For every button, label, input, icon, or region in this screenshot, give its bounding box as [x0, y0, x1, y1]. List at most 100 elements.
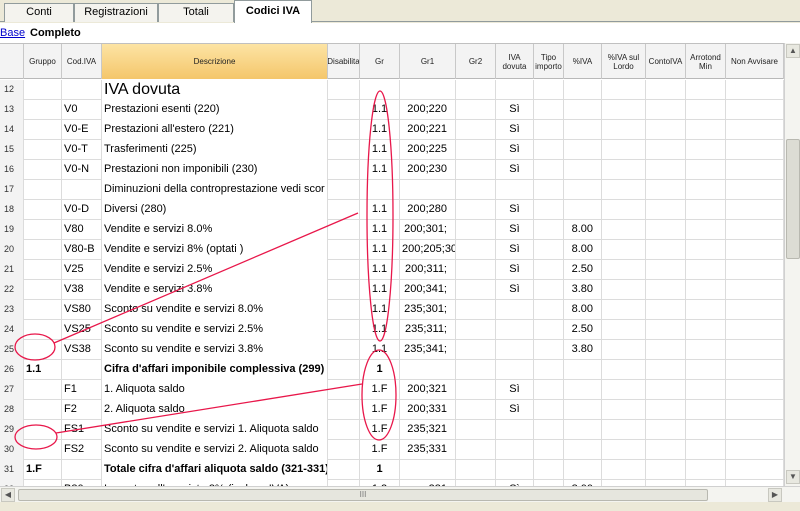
cell-gr[interactable]: 1.F — [360, 380, 400, 400]
cell-conto-iva[interactable] — [646, 320, 686, 340]
cell-non-avvisare[interactable] — [726, 160, 784, 180]
cell-iva-dovuta[interactable]: Sì — [496, 240, 534, 260]
cell-gruppo[interactable] — [24, 340, 62, 360]
cell-gruppo[interactable] — [24, 440, 62, 460]
vertical-scroll-thumb[interactable] — [786, 139, 800, 259]
cell-cod-iva[interactable]: VS80 — [62, 300, 102, 320]
cell-arrotond-min[interactable] — [686, 100, 726, 120]
cell-gr2[interactable] — [456, 260, 496, 280]
cell-gruppo[interactable] — [24, 160, 62, 180]
cell-descrizione[interactable]: 2. Aliquota saldo — [102, 400, 328, 420]
cell-disabilita[interactable] — [328, 200, 360, 220]
cell-gr2[interactable] — [456, 280, 496, 300]
cell-iva-sul-lordo[interactable] — [602, 280, 646, 300]
cell-iva-sul-lordo[interactable] — [602, 80, 646, 100]
cell-iva-dovuta[interactable] — [496, 360, 534, 380]
table-row[interactable]: 15 V0-T Trasferimenti (225) 1.1 200;225 Sì — [0, 140, 784, 160]
cell-gr2[interactable] — [456, 380, 496, 400]
cell-descrizione[interactable]: Trasferimenti (225) — [102, 140, 328, 160]
scroll-up-arrow-icon[interactable]: ▲ — [786, 44, 800, 58]
cell-disabilita[interactable] — [328, 220, 360, 240]
cell-tipo-importo[interactable] — [534, 160, 564, 180]
cell-conto-iva[interactable] — [646, 360, 686, 380]
cell-cod-iva[interactable] — [62, 460, 102, 480]
cell-tipo-importo[interactable] — [534, 400, 564, 420]
cell-descrizione[interactable]: Vendite e servizi 8% (optati ) — [102, 240, 328, 260]
cell-tipo-importo[interactable] — [534, 120, 564, 140]
cell-gr[interactable]: 1.1 — [360, 240, 400, 260]
cell-conto-iva[interactable] — [646, 80, 686, 100]
cell-gr1[interactable] — [400, 460, 456, 480]
cell-conto-iva[interactable] — [646, 240, 686, 260]
cell-conto-iva[interactable] — [646, 300, 686, 320]
cell-iva-sul-lordo[interactable] — [602, 240, 646, 260]
cell-disabilita[interactable] — [328, 300, 360, 320]
cell-non-avvisare[interactable] — [726, 280, 784, 300]
cell-arrotond-min[interactable] — [686, 260, 726, 280]
cell-gr2[interactable] — [456, 300, 496, 320]
cell-gr[interactable]: 1.1 — [360, 220, 400, 240]
cell-cod-iva[interactable]: V0-N — [62, 160, 102, 180]
cell-tipo-importo[interactable] — [534, 360, 564, 380]
cell-iva-dovuta[interactable]: Sì — [496, 160, 534, 180]
cell-gr1[interactable]: 200;321 — [400, 380, 456, 400]
cell-iva-dovuta[interactable] — [496, 340, 534, 360]
column-header-descrizione[interactable]: Descrizione — [102, 44, 328, 79]
cell-iva-dovuta[interactable]: Sì — [496, 400, 534, 420]
cell-conto-iva[interactable] — [646, 380, 686, 400]
cell-non-avvisare[interactable] — [726, 380, 784, 400]
cell-gr1[interactable]: 235;341; — [400, 340, 456, 360]
cell-iva-sul-lordo[interactable] — [602, 340, 646, 360]
cell-non-avvisare[interactable] — [726, 80, 784, 100]
cell-gr1[interactable]: 200;341; — [400, 280, 456, 300]
cell-gr2[interactable] — [456, 340, 496, 360]
cell-descrizione[interactable]: Vendite e servizi 8.0% — [102, 220, 328, 240]
cell-iva-dovuta[interactable] — [496, 180, 534, 200]
scroll-down-arrow-icon[interactable]: ▼ — [786, 470, 800, 484]
cell-disabilita[interactable] — [328, 400, 360, 420]
cell-arrotond-min[interactable] — [686, 160, 726, 180]
cell-disabilita[interactable] — [328, 320, 360, 340]
cell-percent-iva[interactable] — [564, 120, 602, 140]
cell-non-avvisare[interactable] — [726, 400, 784, 420]
cell-gruppo[interactable] — [24, 180, 62, 200]
cell-gr[interactable]: 1.F — [360, 420, 400, 440]
cell-tipo-importo[interactable] — [534, 100, 564, 120]
cell-arrotond-min[interactable] — [686, 120, 726, 140]
cell-descrizione[interactable]: Sconto su vendite e servizi 2. Aliquota … — [102, 440, 328, 460]
cell-disabilita[interactable] — [328, 80, 360, 100]
cell-arrotond-min[interactable] — [686, 320, 726, 340]
cell-arrotond-min[interactable] — [686, 380, 726, 400]
cell-arrotond-min[interactable] — [686, 240, 726, 260]
cell-disabilita[interactable] — [328, 360, 360, 380]
cell-disabilita[interactable] — [328, 180, 360, 200]
cell-descrizione[interactable]: Prestazioni non imponibili (230) — [102, 160, 328, 180]
column-header-arrotond-min[interactable]: Arrotond Min — [686, 44, 726, 79]
cell-descrizione[interactable]: Vendite e servizi 3.8% — [102, 280, 328, 300]
table-row[interactable]: 20 V80-B Vendite e servizi 8% (optati ) 1.1… — [0, 240, 784, 260]
cell-non-avvisare[interactable] — [726, 460, 784, 480]
column-header-conto-iva[interactable]: ContoIVA — [646, 44, 686, 79]
cell-gr[interactable]: 1 — [360, 460, 400, 480]
cell-cod-iva[interactable]: V80 — [62, 220, 102, 240]
cell-disabilita[interactable] — [328, 460, 360, 480]
cell-arrotond-min[interactable] — [686, 280, 726, 300]
cell-cod-iva[interactable]: V0-D — [62, 200, 102, 220]
cell-percent-iva[interactable] — [564, 400, 602, 420]
cell-gr2[interactable] — [456, 180, 496, 200]
cell-descrizione[interactable]: Diminuzioni della controprestazione vedi… — [102, 180, 328, 200]
cell-cod-iva[interactable] — [62, 80, 102, 100]
cell-gruppo[interactable]: 1.1 — [24, 360, 62, 380]
cell-iva-sul-lordo[interactable] — [602, 220, 646, 240]
cell-gr2[interactable] — [456, 360, 496, 380]
cell-conto-iva[interactable] — [646, 180, 686, 200]
cell-cod-iva[interactable]: V0-E — [62, 120, 102, 140]
cell-gr1[interactable]: 200;205;30 — [400, 240, 456, 260]
cell-gruppo[interactable] — [24, 240, 62, 260]
cell-iva-sul-lordo[interactable] — [602, 440, 646, 460]
horizontal-scrollbar[interactable]: ◀ III ▶ — [0, 486, 800, 502]
cell-descrizione[interactable]: Prestazioni esenti (220) — [102, 100, 328, 120]
cell-iva-sul-lordo[interactable] — [602, 360, 646, 380]
cell-descrizione[interactable]: 1. Aliquota saldo — [102, 380, 328, 400]
cell-iva-sul-lordo[interactable] — [602, 320, 646, 340]
